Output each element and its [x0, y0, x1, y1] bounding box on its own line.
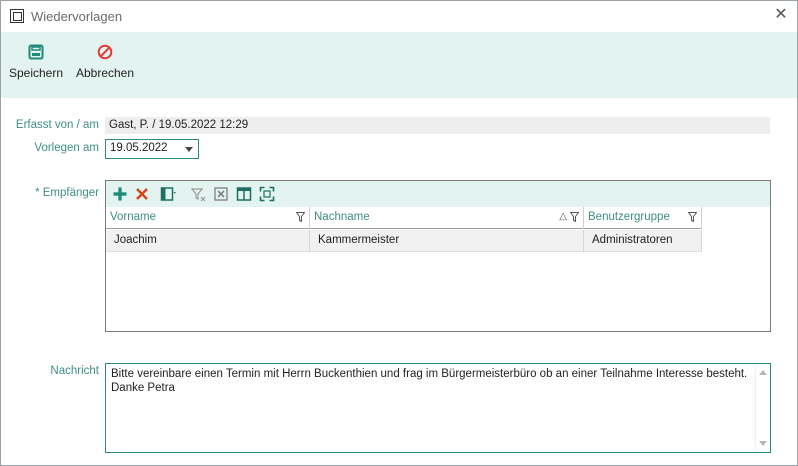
clear-filter-icon[interactable] [190, 186, 206, 202]
column-header-nachname[interactable]: Nachname △ [310, 207, 584, 229]
nachricht-scrollbar[interactable] [755, 364, 770, 452]
layout-icon[interactable] [236, 186, 252, 202]
add-icon[interactable] [112, 186, 128, 202]
cancel-button[interactable]: Abbrechen [73, 44, 137, 80]
filter-icon[interactable] [296, 212, 305, 222]
nachricht-label: Nachricht [50, 365, 99, 377]
chevron-down-icon[interactable] [185, 147, 193, 152]
save-label: Speichern [8, 66, 64, 80]
vorlegen-date-value: 19.05.2022 [110, 142, 168, 154]
delete-icon[interactable] [134, 186, 150, 202]
fullscreen-icon[interactable] [259, 186, 275, 202]
close-icon[interactable]: ✕ [773, 7, 789, 23]
erfasst-label: Erfasst von / am [15, 119, 99, 131]
dialog-window: Wiedervorlagen ✕ Speichern Abbrechen Erf… [0, 0, 798, 466]
vorlegen-label: Vorlegen am [34, 142, 99, 154]
cell-nachname: Kammermeister [310, 230, 584, 252]
cancel-icon [97, 44, 113, 60]
column-header-label: Benutzergruppe [588, 211, 670, 223]
erfasst-value: Gast, P. / 19.05.2022 12:29 [105, 117, 770, 134]
filter-icon[interactable] [688, 212, 697, 222]
column-header-vorname[interactable]: Vorname [106, 207, 310, 229]
column-header-benutzergruppe[interactable]: Benutzergruppe [584, 207, 702, 229]
table-row[interactable]: Joachim Kammermeister Administratoren [106, 230, 702, 252]
column-header-label: Nachname [314, 211, 370, 223]
grid-toolbar [106, 181, 770, 207]
vorlegen-date-picker[interactable]: 19.05.2022 [105, 139, 199, 159]
save-icon [28, 44, 44, 60]
cell-benutzergruppe: Administratoren [584, 230, 702, 252]
nachricht-textarea[interactable]: Bitte vereinbare einen Termin mit Herrn … [105, 363, 771, 453]
nachricht-text: Bitte vereinbare einen Termin mit Herrn … [111, 368, 748, 394]
window-icon [10, 9, 24, 23]
sort-ascending-icon: △ [559, 211, 567, 222]
scroll-up-icon[interactable] [759, 370, 767, 375]
column-header-label: Vorname [110, 211, 157, 223]
cancel-label: Abbrechen [75, 66, 135, 80]
empfaenger-label: * Empfänger [35, 187, 99, 199]
cell-vorname: Joachim [106, 230, 310, 252]
recipients-grid: Vorname Nachname △ Benutzergruppe Joachi… [105, 180, 771, 332]
main-toolbar: Speichern Abbrechen [1, 32, 797, 98]
export-excel-icon[interactable] [213, 186, 229, 202]
filter-icon[interactable] [570, 212, 579, 222]
window-title: Wiedervorlagen [31, 9, 123, 24]
grid-header: Vorname Nachname △ Benutzergruppe [106, 207, 702, 229]
scroll-down-icon[interactable] [759, 441, 767, 446]
column-chooser-icon[interactable] [160, 186, 176, 202]
title-bar: Wiedervorlagen ✕ [1, 1, 797, 32]
save-button[interactable]: Speichern [7, 44, 65, 80]
